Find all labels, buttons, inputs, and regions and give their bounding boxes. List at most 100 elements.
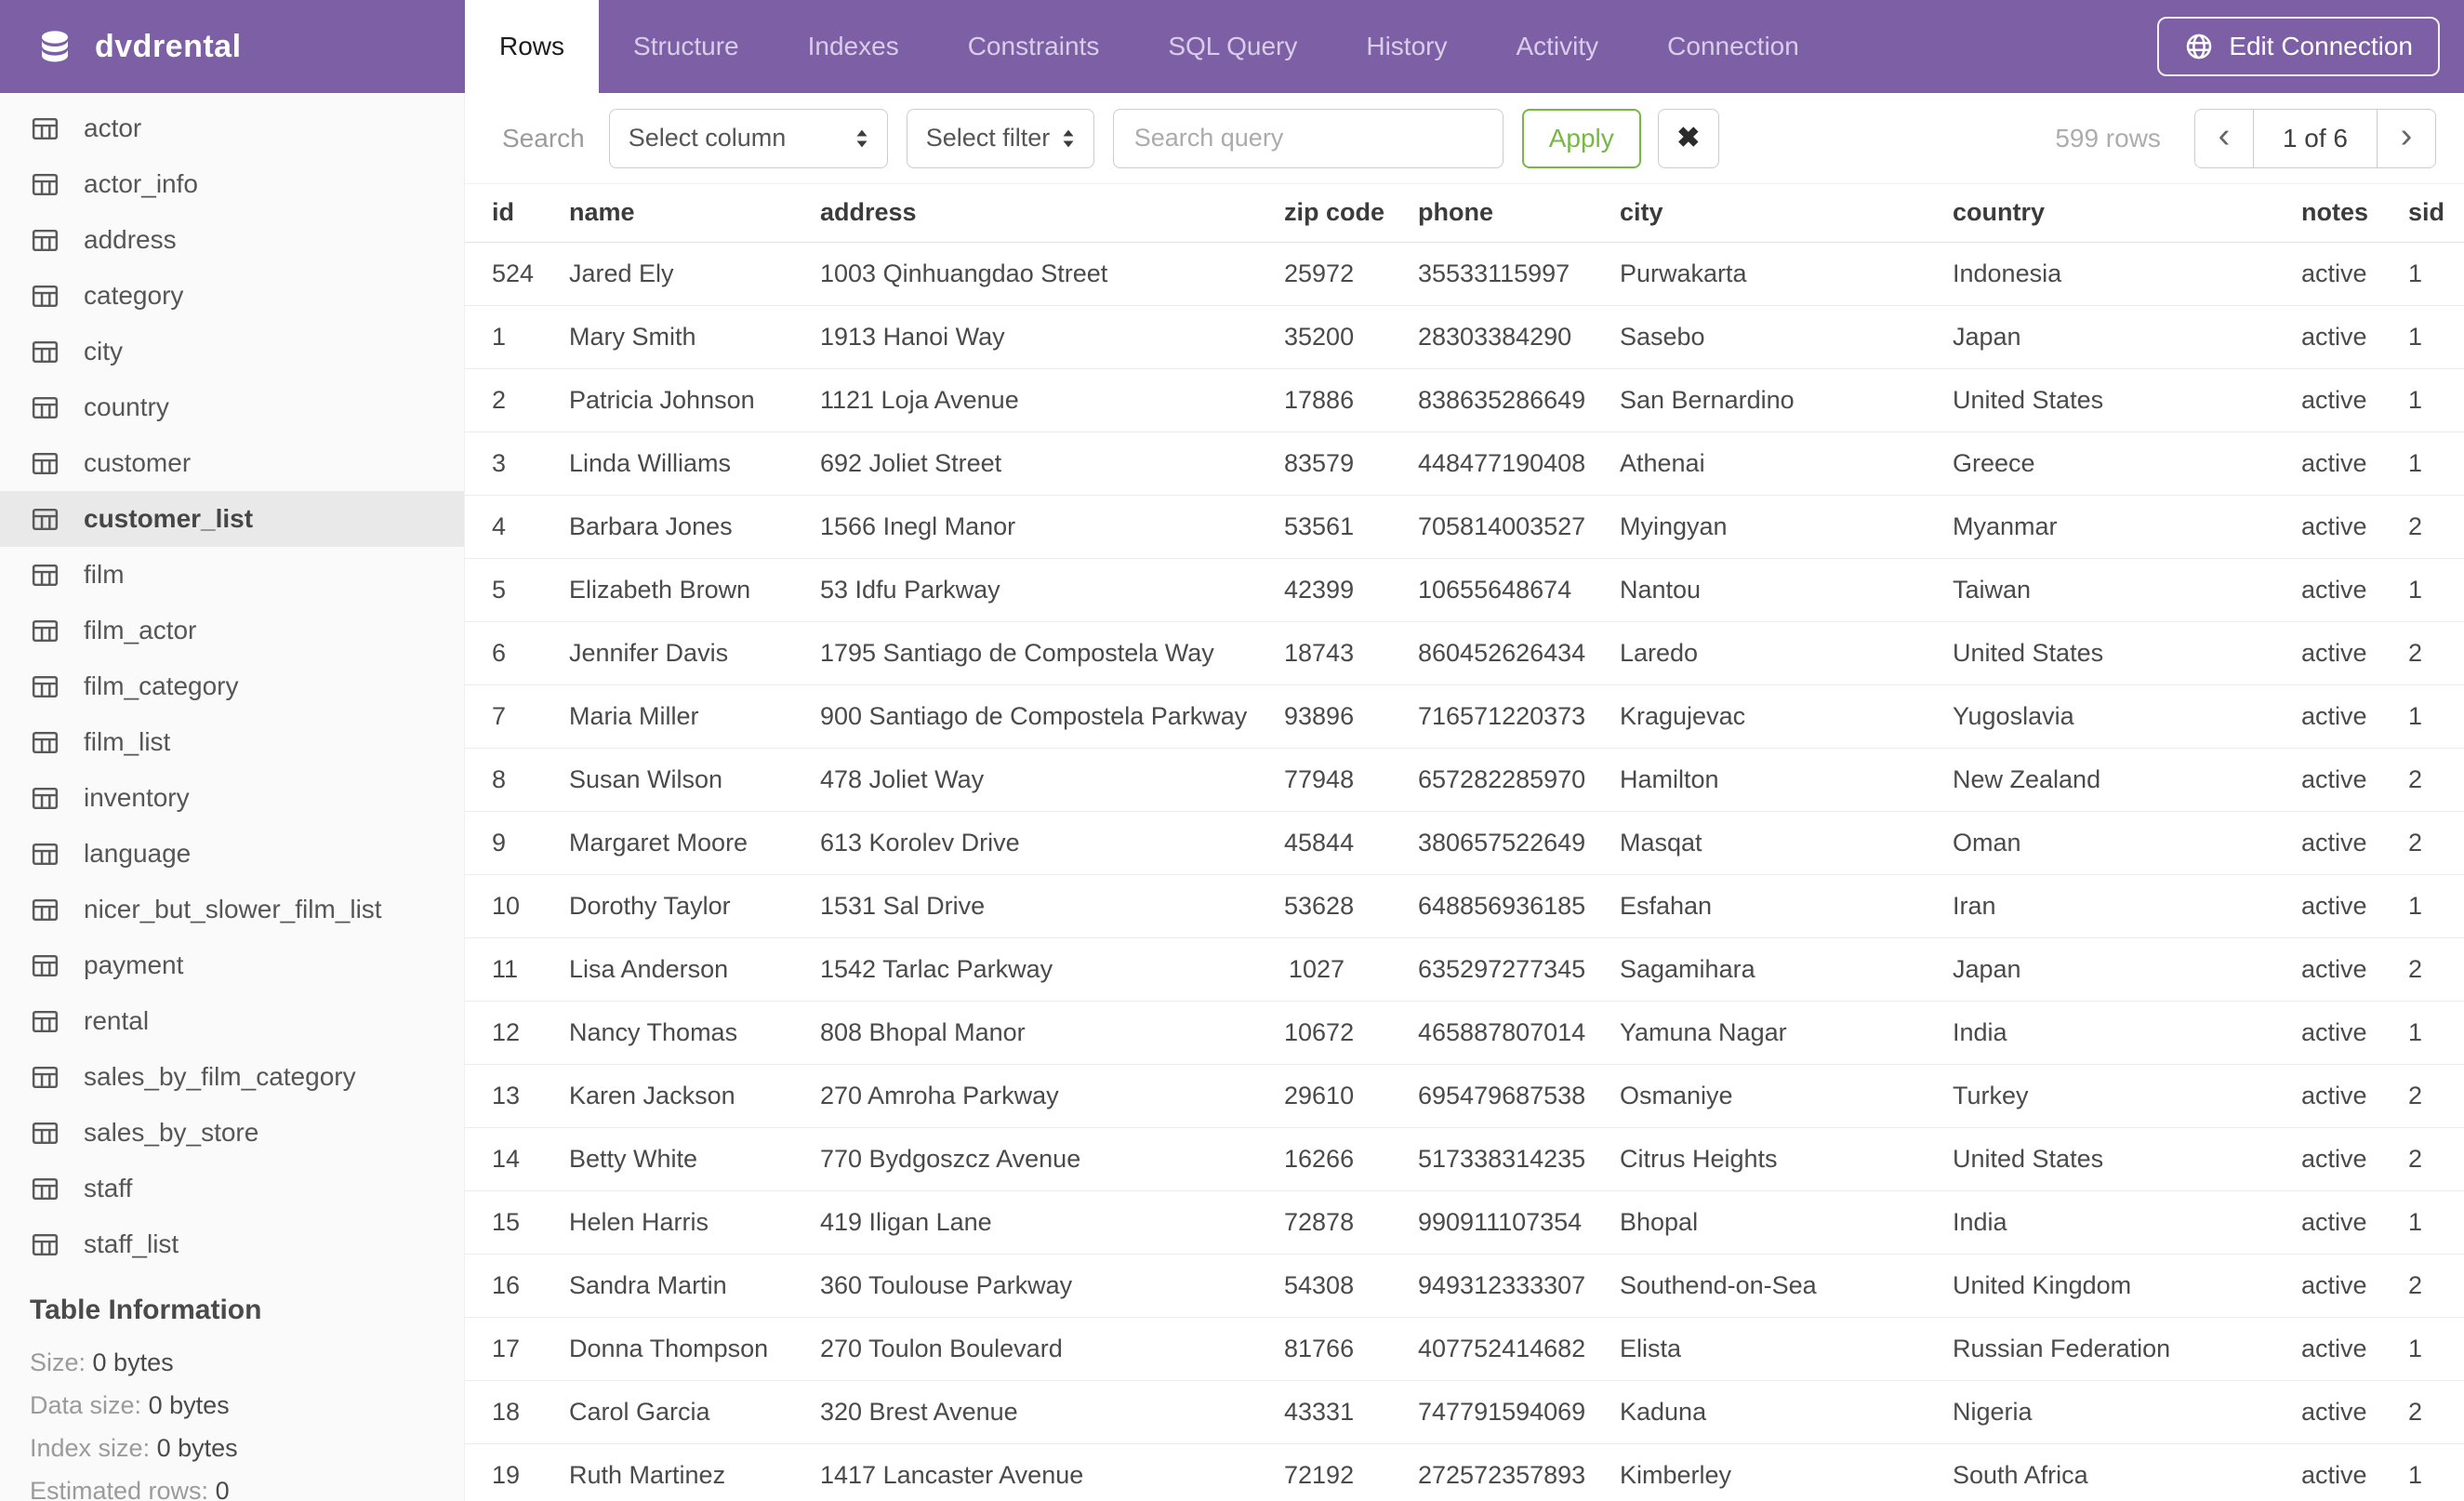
sidebar-item-actor-info[interactable]: actor_info bbox=[0, 156, 464, 212]
tab-constraints[interactable]: Constraints bbox=[934, 0, 1134, 93]
search-query-input[interactable] bbox=[1112, 108, 1504, 168]
select-arrows-icon bbox=[856, 129, 868, 147]
table-row[interactable]: 9 Margaret Moore 613 Korolev Drive 45844 380… bbox=[465, 811, 2464, 875]
table-cell: Japan bbox=[1926, 305, 2274, 369]
tab-label: Indexes bbox=[807, 32, 899, 60]
sidebar-item-language[interactable]: language bbox=[0, 826, 464, 882]
sidebar-item-category[interactable]: category bbox=[0, 268, 464, 324]
sidebar-item-label: sales_by_store bbox=[84, 1118, 259, 1147]
column-header-phone[interactable]: phone bbox=[1391, 184, 1593, 243]
tab-label: History bbox=[1366, 32, 1448, 60]
table-cell: 517338314235 bbox=[1391, 1127, 1593, 1191]
tab-structure[interactable]: Structure bbox=[599, 0, 774, 93]
column-header-zip-code[interactable]: zip code bbox=[1257, 184, 1391, 243]
table-cell: 2 bbox=[2381, 1254, 2464, 1318]
table-cell: 270 Toulon Boulevard bbox=[793, 1317, 1257, 1381]
table-row[interactable]: 524 Jared Ely 1003 Qinhuangdao Street 25972… bbox=[465, 242, 2464, 306]
table-cell: Dorothy Taylor bbox=[542, 874, 793, 938]
table-cell: 2 bbox=[2381, 1127, 2464, 1191]
table-cell: active bbox=[2274, 1254, 2381, 1318]
search-toolbar: Search Select column Select filter Apply… bbox=[465, 93, 2464, 184]
table-row[interactable]: 17 Donna Thompson 270 Toulon Boulevard 8176… bbox=[465, 1317, 2464, 1381]
sidebar-item-sales-by-film-category[interactable]: sales_by_film_category bbox=[0, 1049, 464, 1105]
table-row[interactable]: 3 Linda Williams 692 Joliet Street 83579 448… bbox=[465, 432, 2464, 496]
column-header-address[interactable]: address bbox=[793, 184, 1257, 243]
table-row[interactable]: 16 Sandra Martin 360 Toulouse Parkway 54308… bbox=[465, 1254, 2464, 1318]
table-row[interactable]: 5 Elizabeth Brown 53 Idfu Parkway 42399 1065… bbox=[465, 558, 2464, 622]
table-cell: 1566 Inegl Manor bbox=[793, 495, 1257, 559]
sidebar-item-staff[interactable]: staff bbox=[0, 1161, 464, 1216]
sidebar-item-staff-list[interactable]: staff_list bbox=[0, 1216, 464, 1272]
table-cell: 1 bbox=[2381, 874, 2464, 938]
sidebar-item-label: address bbox=[84, 225, 177, 254]
table-cell: 1 bbox=[2381, 432, 2464, 496]
sidebar-item-nicer-but-slower-film-list[interactable]: nicer_but_slower_film_list bbox=[0, 882, 464, 937]
table-row[interactable]: 10 Dorothy Taylor 1531 Sal Drive 53628 64885… bbox=[465, 874, 2464, 938]
table-icon bbox=[32, 508, 59, 530]
table-row[interactable]: 8 Susan Wilson 478 Joliet Way 77948 65728228… bbox=[465, 748, 2464, 812]
column-header-city[interactable]: city bbox=[1593, 184, 1926, 243]
table-row[interactable]: 19 Ruth Martinez 1417 Lancaster Avenue 7219… bbox=[465, 1443, 2464, 1501]
sidebar-item-customer-list[interactable]: customer_list bbox=[0, 491, 464, 547]
sidebar-item-actor[interactable]: actor bbox=[0, 100, 464, 156]
sidebar-item-customer[interactable]: customer bbox=[0, 435, 464, 491]
edit-connection-button[interactable]: Edit Connection bbox=[2157, 17, 2440, 76]
sidebar-item-payment[interactable]: payment bbox=[0, 937, 464, 993]
sidebar-item-film-list[interactable]: film_list bbox=[0, 714, 464, 770]
table-row[interactable]: 15 Helen Harris 419 Iligan Lane 72878 990911… bbox=[465, 1190, 2464, 1255]
table-cell: Elizabeth Brown bbox=[542, 558, 793, 622]
table-row[interactable]: 18 Carol Garcia 320 Brest Avenue 43331 74779… bbox=[465, 1380, 2464, 1444]
sidebar-item-city[interactable]: city bbox=[0, 324, 464, 379]
filter-select[interactable]: Select filter bbox=[906, 108, 1094, 168]
clear-search-button[interactable]: ✖ bbox=[1657, 108, 1719, 168]
table-cell: Barbara Jones bbox=[542, 495, 793, 559]
sidebar-item-rental[interactable]: rental bbox=[0, 993, 464, 1049]
table-row[interactable]: 12 Nancy Thomas 808 Bhopal Manor 10672 46588… bbox=[465, 1001, 2464, 1065]
column-select[interactable]: Select column bbox=[608, 108, 888, 168]
column-header-sid[interactable]: sid bbox=[2381, 184, 2464, 243]
apply-button[interactable]: Apply bbox=[1521, 108, 1641, 168]
sidebar-item-film[interactable]: film bbox=[0, 547, 464, 603]
table-row[interactable]: 7 Maria Miller 900 Santiago de Compostela … bbox=[465, 684, 2464, 749]
sidebar-item-label: sales_by_film_category bbox=[84, 1062, 356, 1091]
previous-page-button[interactable]: ‹ bbox=[2194, 109, 2253, 167]
column-header-id[interactable]: id bbox=[465, 184, 542, 243]
table-cell: 270 Amroha Parkway bbox=[793, 1064, 1257, 1128]
tab-sql-query[interactable]: SQL Query bbox=[1133, 0, 1331, 93]
tab-label: Structure bbox=[633, 32, 739, 60]
table-cell: Elista bbox=[1593, 1317, 1926, 1381]
sidebar-item-inventory[interactable]: inventory bbox=[0, 770, 464, 826]
next-page-button[interactable]: › bbox=[2378, 109, 2435, 167]
table-cell: 1913 Hanoi Way bbox=[793, 305, 1257, 369]
column-header-notes[interactable]: notes bbox=[2274, 184, 2381, 243]
sidebar-item-sales-by-store[interactable]: sales_by_store bbox=[0, 1105, 464, 1161]
table-row[interactable]: 4 Barbara Jones 1566 Inegl Manor 53561 70581… bbox=[465, 495, 2464, 559]
tab-indexes[interactable]: Indexes bbox=[774, 0, 934, 93]
tab-connection[interactable]: Connection bbox=[1633, 0, 1834, 93]
column-header-country[interactable]: country bbox=[1926, 184, 2274, 243]
table-icon bbox=[32, 117, 59, 139]
table-row[interactable]: 14 Betty White 770 Bydgoszcz Avenue 16266 51… bbox=[465, 1127, 2464, 1191]
table-cell: 18743 bbox=[1257, 621, 1391, 685]
table-cell: 465887807014 bbox=[1391, 1001, 1593, 1065]
sidebar-item-country[interactable]: country bbox=[0, 379, 464, 435]
table-cell: active bbox=[2274, 1443, 2381, 1501]
sidebar-item-film-actor[interactable]: film_actor bbox=[0, 603, 464, 658]
table-cell: 648856936185 bbox=[1391, 874, 1593, 938]
table-row[interactable]: 6 Jennifer Davis 1795 Santiago de Composte… bbox=[465, 621, 2464, 685]
table-cell: 15 bbox=[465, 1190, 542, 1255]
page-indicator: 1 of 6 bbox=[2252, 109, 2378, 167]
sidebar-item-address[interactable]: address bbox=[0, 212, 464, 268]
table-row[interactable]: 1 Mary Smith 1913 Hanoi Way 35200 2830338429… bbox=[465, 305, 2464, 369]
column-header-name[interactable]: name bbox=[542, 184, 793, 243]
table-cell: active bbox=[2274, 242, 2381, 306]
tab-rows[interactable]: Rows bbox=[465, 0, 600, 93]
sidebar-item-film-category[interactable]: film_category bbox=[0, 658, 464, 714]
table-row[interactable]: 11 Lisa Anderson 1542 Tarlac Parkway 1027 63… bbox=[465, 937, 2464, 1002]
tab-label: Activity bbox=[1516, 32, 1599, 60]
table-row[interactable]: 2 Patricia Johnson 1121 Loja Avenue 17886 83… bbox=[465, 368, 2464, 432]
tab-activity[interactable]: Activity bbox=[1481, 0, 1633, 93]
table-cell: 860452626434 bbox=[1391, 621, 1593, 685]
tab-history[interactable]: History bbox=[1331, 0, 1481, 93]
table-row[interactable]: 13 Karen Jackson 270 Amroha Parkway 29610 69… bbox=[465, 1064, 2464, 1128]
